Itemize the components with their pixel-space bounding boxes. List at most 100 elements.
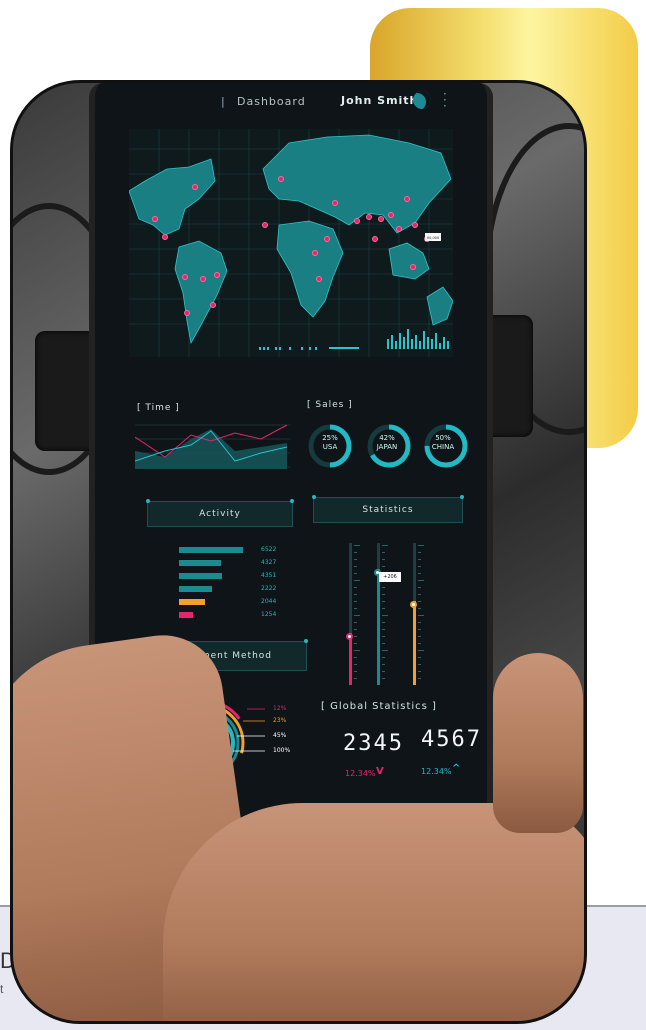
banner-subtitle-fragment: t <box>0 982 4 996</box>
activity-bar <box>179 560 221 566</box>
statistics-button[interactable]: Statistics <box>312 495 464 523</box>
slider-tick <box>418 594 421 595</box>
hero-photo: | Dashboard John Smith · · · 00,000 [Ti… <box>10 80 587 1024</box>
slider-tick <box>418 650 424 651</box>
slider-fill <box>413 601 416 685</box>
slider-tick <box>382 587 385 588</box>
slider-knob[interactable] <box>346 633 353 640</box>
slider-tick <box>354 587 357 588</box>
slider-tick <box>418 615 424 616</box>
topbar-separator: | <box>221 95 225 108</box>
slider-tick <box>354 594 357 595</box>
global-right-change: 12.34% <box>421 767 452 776</box>
slider-tick <box>418 636 421 637</box>
slider-fill <box>377 569 380 685</box>
activity-bar-value: 2044 <box>261 598 277 605</box>
slider-tick <box>418 657 421 658</box>
activity-bar <box>179 599 205 605</box>
slider-tick <box>382 657 385 658</box>
slider-tick <box>418 643 421 644</box>
slider-tick <box>382 636 385 637</box>
slider-tick <box>354 573 357 574</box>
slider-tick <box>382 678 385 679</box>
more-options-icon[interactable]: · · · <box>443 88 447 112</box>
slider-tick <box>382 594 385 595</box>
global-statistics-label: [ Global Statistics ] <box>321 701 437 712</box>
panel-dot <box>460 495 464 499</box>
slider-tick <box>418 566 421 567</box>
panel-dot <box>146 499 150 503</box>
statistics-label: Statistics <box>362 505 414 515</box>
app-topbar: | Dashboard John Smith · · · <box>95 83 487 119</box>
sales-section-label: [ Sales ] <box>307 400 353 410</box>
payment-legend-value: 12% <box>273 705 287 712</box>
slider-tick <box>382 629 385 630</box>
global-left-value: 2345 <box>343 731 404 756</box>
chevron-up-icon: ^ <box>452 763 461 774</box>
time-line-chart <box>135 424 291 469</box>
slider-tick <box>354 559 357 560</box>
activity-bar <box>179 547 243 553</box>
slider-tick <box>354 615 360 616</box>
slider-tag: +206 <box>379 572 401 582</box>
slider-tick <box>382 650 388 651</box>
slider-tick <box>354 678 357 679</box>
slider-tick <box>418 552 421 553</box>
donut-china-pct: 50% <box>435 434 451 442</box>
activity-bar-value: 4327 <box>261 559 277 566</box>
slider-tick <box>354 601 357 602</box>
slider-tick <box>354 650 360 651</box>
activity-bar <box>179 586 212 592</box>
slider-tick <box>354 566 357 567</box>
slider-tick <box>418 545 424 546</box>
avatar[interactable] <box>413 91 431 109</box>
slider-tick <box>418 587 421 588</box>
activity-bar <box>179 573 222 579</box>
palm <box>163 803 584 1021</box>
payment-legend-value: 45% <box>273 732 287 739</box>
slider-tick <box>382 601 385 602</box>
activity-bar <box>179 612 193 618</box>
slider-tick <box>354 671 357 672</box>
slider-tick <box>354 580 360 581</box>
activity-label: Activity <box>199 509 241 519</box>
slider-tick <box>418 559 421 560</box>
slider-tick <box>354 545 360 546</box>
slider-tick <box>418 622 421 623</box>
slider-tick <box>382 615 388 616</box>
slider-tick <box>354 636 357 637</box>
slider-tick <box>382 671 385 672</box>
activity-button[interactable]: Activity <box>146 499 294 527</box>
slider-tick <box>418 601 421 602</box>
slider-tick <box>354 552 357 553</box>
slider-tick <box>382 566 385 567</box>
slider-tick <box>354 608 357 609</box>
panel-dot <box>304 639 308 643</box>
donut-japan-pct: 42% <box>379 434 395 442</box>
slider-knob[interactable] <box>410 601 417 608</box>
dashboard-title[interactable]: Dashboard <box>237 95 306 108</box>
payment-legend-value: 23% <box>273 717 287 724</box>
slider-tick <box>354 643 357 644</box>
slider-tick <box>354 657 357 658</box>
slider-tick <box>418 580 424 581</box>
slider-tick <box>382 643 385 644</box>
slider-tick <box>382 545 388 546</box>
global-right-value: 4567 <box>421 727 482 752</box>
slider-tick <box>382 622 385 623</box>
activity-bar-value: 2222 <box>261 585 277 592</box>
activity-bar-value: 1254 <box>261 611 277 618</box>
slider-tick <box>418 678 421 679</box>
map-tooltip: 00,000 <box>427 236 439 240</box>
donut-japan-country: JAPAN <box>376 443 398 451</box>
slider-tick <box>418 664 421 665</box>
slider-tick <box>382 664 385 665</box>
world-map: 00,000 <box>129 129 453 357</box>
slider-tick <box>418 629 421 630</box>
time-section-label: [ Time ] <box>137 403 180 413</box>
slider-tick <box>382 608 385 609</box>
user-name[interactable]: John Smith <box>341 94 418 107</box>
chevron-down-icon: V <box>376 766 384 777</box>
slider-tick <box>418 608 421 609</box>
time-area-series <box>135 429 287 469</box>
